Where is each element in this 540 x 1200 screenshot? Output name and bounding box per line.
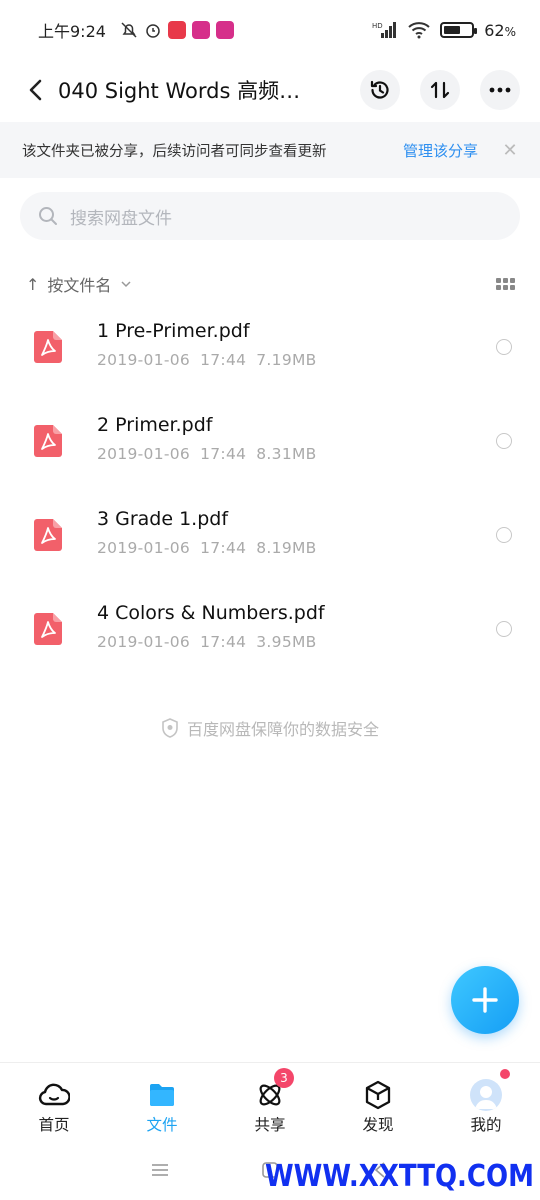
status-bar: 上午9:24 HD 62% <box>0 0 540 60</box>
file-list: 1 Pre-Primer.pdf 2019-01-06 17:44 7.19MB 2… <box>0 300 540 676</box>
file-name: 1 Pre-Primer.pdf <box>97 319 250 342</box>
more-button[interactable] <box>480 70 520 110</box>
svg-text:HD: HD <box>372 22 383 30</box>
search-icon <box>39 207 57 225</box>
grid-view-button[interactable] <box>494 273 516 295</box>
file-meta: 2019-01-06 17:44 8.31MB <box>97 444 317 463</box>
notification-badge: 3 <box>274 1068 294 1088</box>
more-icon <box>489 87 511 93</box>
chevron-left-icon <box>29 79 42 101</box>
security-note: 百度网盘保障你的数据安全 <box>0 716 540 740</box>
status-right: HD 62% <box>372 21 516 40</box>
tab-label: 发现 <box>362 1116 394 1134</box>
share-banner-text: 该文件夹已被分享，后续访问者可同步查看更新 <box>22 143 327 160</box>
battery-icon <box>440 22 478 38</box>
search-placeholder: 搜索网盘文件 <box>70 208 172 229</box>
tab-discover[interactable]: 发现 <box>324 1063 432 1138</box>
pdf-file-icon <box>34 519 62 551</box>
sort-arrows-icon <box>430 81 450 99</box>
avatar-icon <box>470 1079 502 1111</box>
select-checkbox[interactable] <box>496 527 512 543</box>
file-name: 2 Primer.pdf <box>97 413 213 436</box>
tab-label: 文件 <box>146 1116 178 1134</box>
cube-discover-icon <box>362 1079 394 1111</box>
page-title: 040 Sight Words 高频… <box>58 79 301 103</box>
pdf-file-icon <box>34 331 62 363</box>
transfer-button[interactable] <box>420 70 460 110</box>
sort-bar: ↑ 按文件名 <box>26 266 516 302</box>
pdf-file-icon <box>34 613 62 645</box>
select-checkbox[interactable] <box>496 433 512 449</box>
menu-icon <box>152 1164 168 1176</box>
status-left: 上午9:24 <box>38 18 234 42</box>
list-item[interactable]: 2 Primer.pdf 2019-01-06 17:44 8.31MB <box>0 394 540 488</box>
file-meta: 2019-01-06 17:44 3.95MB <box>97 632 317 651</box>
header: 040 Sight Words 高频… <box>0 60 540 120</box>
menu-button[interactable] <box>105 1163 215 1177</box>
alarm-icon <box>146 24 160 38</box>
app-notification-icon <box>191 21 210 39</box>
list-item[interactable]: 3 Grade 1.pdf 2019-01-06 17:44 8.19MB <box>0 488 540 582</box>
file-info: 2 Primer.pdf 2019-01-06 17:44 8.31MB <box>97 414 327 463</box>
mute-bell-icon <box>121 22 137 38</box>
tab-label: 首页 <box>38 1116 70 1134</box>
plus-icon <box>472 987 498 1013</box>
file-info: 4 Colors & Numbers.pdf 2019-01-06 17:44 3.… <box>97 602 327 651</box>
chevron-down-icon[interactable] <box>121 280 131 288</box>
sort-dropdown[interactable]: 按文件名 <box>47 272 111 296</box>
select-checkbox[interactable] <box>496 621 512 637</box>
battery-percent: 62% <box>484 20 516 40</box>
file-info: 3 Grade 1.pdf 2019-01-06 17:44 8.19MB <box>97 508 327 557</box>
tab-home[interactable]: 首页 <box>0 1063 108 1138</box>
add-button[interactable] <box>451 966 519 1034</box>
wifi-icon <box>408 22 430 39</box>
history-button[interactable] <box>360 70 400 110</box>
file-info: 1 Pre-Primer.pdf 2019-01-06 17:44 7.19MB <box>97 320 327 369</box>
tab-files[interactable]: 文件 <box>108 1063 216 1138</box>
manage-share-link[interactable]: 管理该分享 <box>403 140 478 161</box>
shield-icon <box>162 718 178 738</box>
file-name: 3 Grade 1.pdf <box>97 507 229 530</box>
file-name: 4 Colors & Numbers.pdf <box>97 601 325 624</box>
history-icon <box>370 80 389 99</box>
search-input[interactable]: 搜索网盘文件 <box>20 192 520 240</box>
select-checkbox[interactable] <box>496 339 512 355</box>
bottom-tab-bar: 首页 文件 共享 3 发现 我的 <box>0 1062 540 1138</box>
app-notification-icon <box>215 21 234 39</box>
security-note-text: 百度网盘保障你的数据安全 <box>186 720 379 739</box>
list-item[interactable]: 1 Pre-Primer.pdf 2019-01-06 17:44 7.19MB <box>0 300 540 394</box>
back-button[interactable] <box>20 70 50 110</box>
list-item[interactable]: 4 Colors & Numbers.pdf 2019-01-06 17:44 3.… <box>0 582 540 676</box>
pdf-file-icon <box>34 425 62 457</box>
cloud-home-icon <box>38 1079 70 1111</box>
tab-profile[interactable]: 我的 <box>432 1063 540 1138</box>
share-banner: 该文件夹已被分享，后续访问者可同步查看更新 管理该分享 ✕ <box>0 122 540 178</box>
status-notification-icons <box>120 21 234 39</box>
close-icon[interactable]: ✕ <box>502 140 518 161</box>
tab-label: 共享 <box>254 1116 286 1134</box>
tab-label: 我的 <box>470 1116 502 1134</box>
header-actions <box>360 70 520 110</box>
signal-icon: HD <box>372 22 397 38</box>
status-time: 上午9:24 <box>38 22 106 41</box>
tab-share[interactable]: 共享 3 <box>216 1063 324 1138</box>
file-meta: 2019-01-06 17:44 8.19MB <box>97 538 317 557</box>
file-meta: 2019-01-06 17:44 7.19MB <box>97 350 317 369</box>
app-notification-icon <box>167 21 186 39</box>
notification-dot <box>500 1069 510 1079</box>
watermark: WWW.XXTTQ.COM <box>265 1159 534 1195</box>
folder-icon <box>146 1079 178 1111</box>
sort-direction-icon[interactable]: ↑ <box>26 275 39 294</box>
